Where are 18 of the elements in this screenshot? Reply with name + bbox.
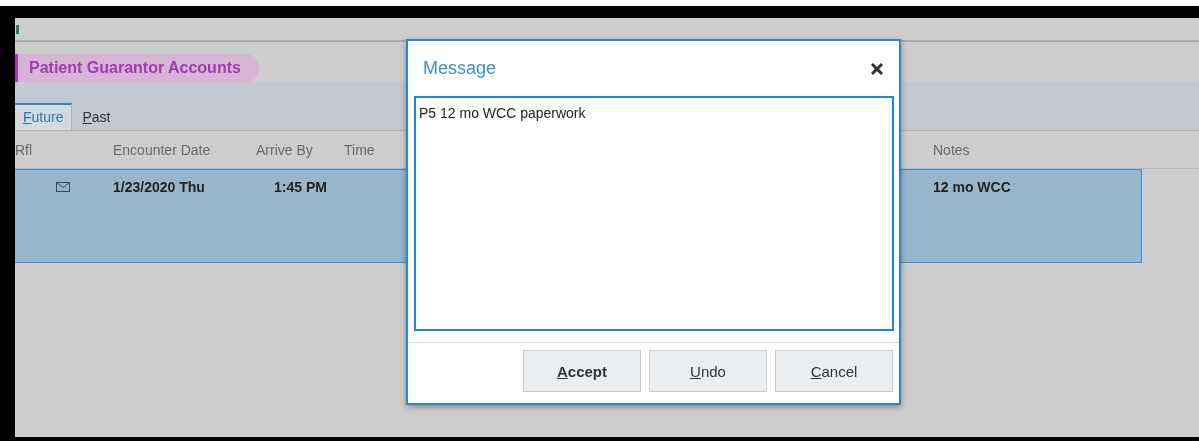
column-header[interactable]: Time bbox=[344, 141, 375, 158]
column-header[interactable]: Encounter Date bbox=[113, 141, 211, 158]
column-header[interactable]: Arrive By bbox=[256, 141, 313, 158]
dialog-button[interactable]: Cancel bbox=[775, 350, 893, 392]
status-marker bbox=[16, 24, 19, 34]
close-icon[interactable] bbox=[870, 61, 884, 76]
table-cell: 1:45 PM bbox=[274, 179, 327, 195]
column-header[interactable]: Notes bbox=[933, 141, 970, 158]
tab[interactable]: Past bbox=[74, 105, 119, 130]
message-field[interactable]: P5 12 mo WCC paperwork bbox=[414, 96, 894, 331]
table-cell: 12 mo WCC bbox=[933, 179, 1011, 195]
section-title: Patient Guarantor Accounts bbox=[15, 54, 259, 82]
dialog-title: Message bbox=[423, 58, 497, 79]
tab[interactable]: Future bbox=[15, 103, 73, 130]
dialog-button[interactable]: Accept bbox=[523, 350, 641, 392]
table-cell: 1/23/2020 Thu bbox=[113, 179, 205, 195]
column-header[interactable]: Rfl bbox=[15, 141, 33, 158]
dialog-button[interactable]: Undo bbox=[649, 350, 767, 392]
